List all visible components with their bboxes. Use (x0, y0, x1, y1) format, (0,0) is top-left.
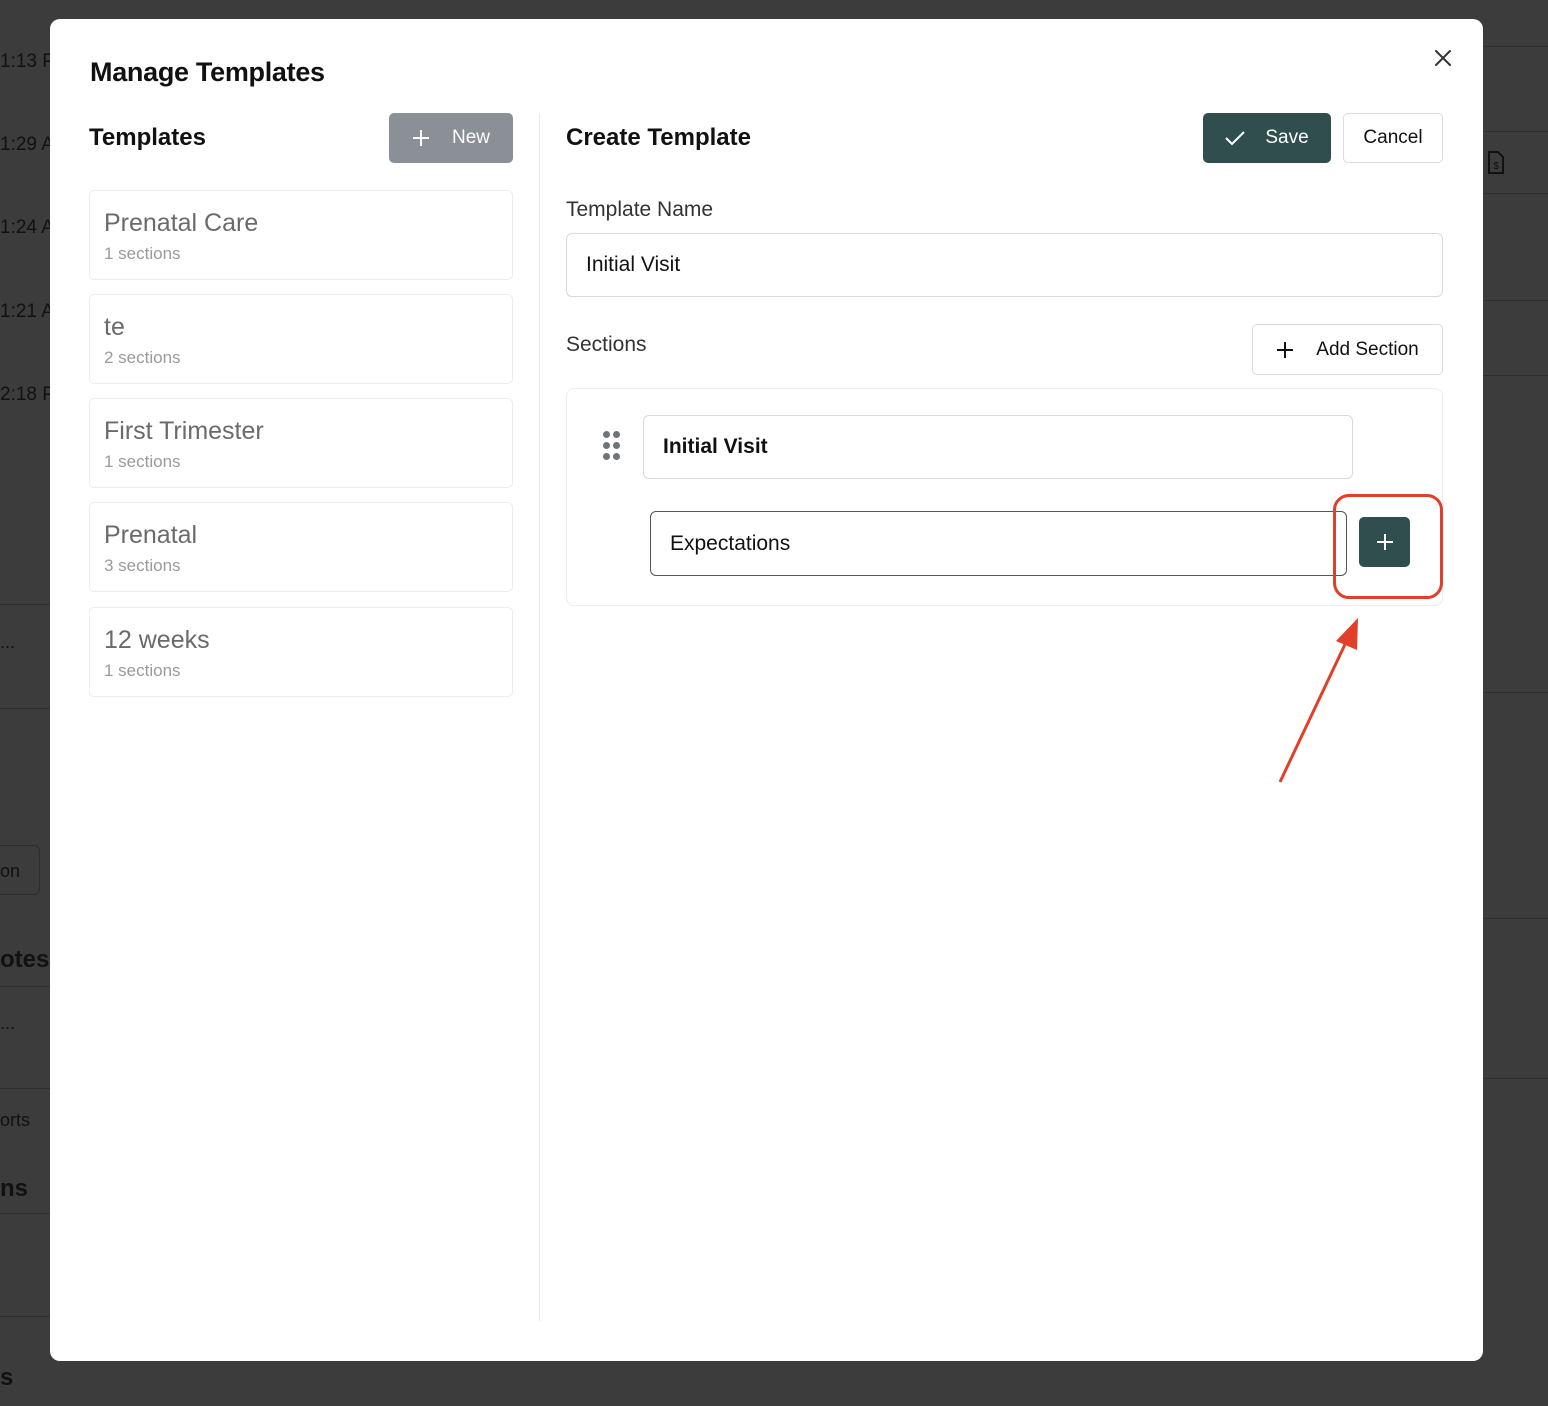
create-template-heading: Create Template (566, 124, 751, 151)
modal-title: Manage Templates (90, 57, 325, 87)
save-button-label: Save (1265, 127, 1309, 148)
bg-fragment-8: s (0, 1364, 14, 1391)
drag-dot (603, 453, 610, 460)
bg-divider (0, 708, 50, 709)
drag-dot (603, 431, 610, 438)
bg-divider (1483, 46, 1548, 47)
bg-divider (1483, 300, 1548, 301)
close-button[interactable] (1428, 43, 1458, 73)
bg-divider (0, 1088, 50, 1089)
templates-heading: Templates (89, 124, 206, 151)
bg-divider (1483, 193, 1548, 194)
bg-fragment-2: ... (0, 632, 16, 652)
new-button-label: New (451, 127, 490, 148)
template-name: 12 weeks (104, 626, 210, 654)
save-button[interactable]: Save (1203, 113, 1331, 163)
bg-divider (0, 986, 50, 987)
bg-fragment-5: ... (0, 1013, 16, 1033)
section-item-input[interactable] (650, 511, 1347, 576)
bg-fragment-4: otes (0, 946, 50, 973)
bg-fragment-3: on (0, 861, 21, 881)
template-section-count: 3 sections (104, 556, 181, 575)
annotation-highlight-box (1333, 494, 1443, 599)
drag-dot (603, 442, 610, 449)
template-list-item[interactable]: Prenatal Care 1 sections (89, 190, 513, 280)
add-section-label: Add Section (1316, 338, 1419, 360)
plus-icon (412, 130, 429, 146)
bg-divider (0, 604, 50, 605)
bg-divider (0, 1316, 50, 1317)
bg-fragment-1: : (0, 565, 2, 593)
template-name-input[interactable] (566, 233, 1443, 297)
plus-icon (1277, 341, 1294, 358)
pane-divider (539, 113, 540, 1321)
bg-time-1: 1:13 P (0, 51, 55, 72)
manage-templates-modal: Manage Templates Templates New Prenatal … (50, 19, 1483, 1361)
cancel-button[interactable]: Cancel (1343, 113, 1443, 163)
close-icon (1435, 50, 1451, 66)
bg-divider (1483, 918, 1548, 919)
template-list-item[interactable]: Prenatal 3 sections (89, 502, 513, 592)
bg-fragment-6: orts (0, 1110, 31, 1130)
template-name: te (104, 313, 125, 341)
annotation-arrow-icon (1278, 618, 1358, 783)
template-list-item[interactable]: 12 weeks 1 sections (89, 607, 513, 697)
drag-handle-icon[interactable] (603, 431, 623, 463)
section-title-input[interactable] (643, 415, 1353, 479)
bg-time-4: 1:21 A (0, 301, 54, 322)
sections-label: Sections (566, 333, 647, 356)
template-list-item[interactable]: te 2 sections (89, 294, 513, 384)
template-name: Prenatal (104, 521, 198, 549)
bg-time-5: 2:18 P (0, 384, 55, 405)
template-section-count: 1 sections (104, 452, 181, 471)
template-section-count: 2 sections (104, 348, 181, 367)
add-section-button[interactable]: Add Section (1252, 324, 1443, 375)
bg-divider (1483, 131, 1548, 132)
drag-dot (613, 442, 620, 449)
template-name: Prenatal Care (104, 209, 259, 237)
cancel-button-label: Cancel (1363, 127, 1423, 148)
check-icon (1225, 131, 1246, 146)
drag-dot (613, 453, 620, 460)
bg-time-2: 1:29 A (0, 134, 54, 155)
section-card (566, 388, 1443, 606)
template-section-count: 1 sections (104, 661, 181, 680)
bg-divider (1483, 375, 1548, 376)
template-name: First Trimester (104, 417, 264, 445)
bg-time-3: 1:24 A (0, 217, 54, 238)
drag-dot (613, 431, 620, 438)
svg-text:$: $ (1493, 161, 1499, 172)
template-name-label: Template Name (566, 198, 714, 221)
bg-divider (0, 1213, 50, 1214)
bg-fragment-7: ns (0, 1175, 29, 1202)
document-dollar-icon: $ (1488, 151, 1504, 174)
template-list-item[interactable]: First Trimester 1 sections (89, 398, 513, 488)
template-section-count: 1 sections (104, 244, 181, 263)
bg-divider (1483, 692, 1548, 693)
bg-divider (1483, 1078, 1548, 1079)
new-template-button[interactable]: New (389, 113, 513, 163)
